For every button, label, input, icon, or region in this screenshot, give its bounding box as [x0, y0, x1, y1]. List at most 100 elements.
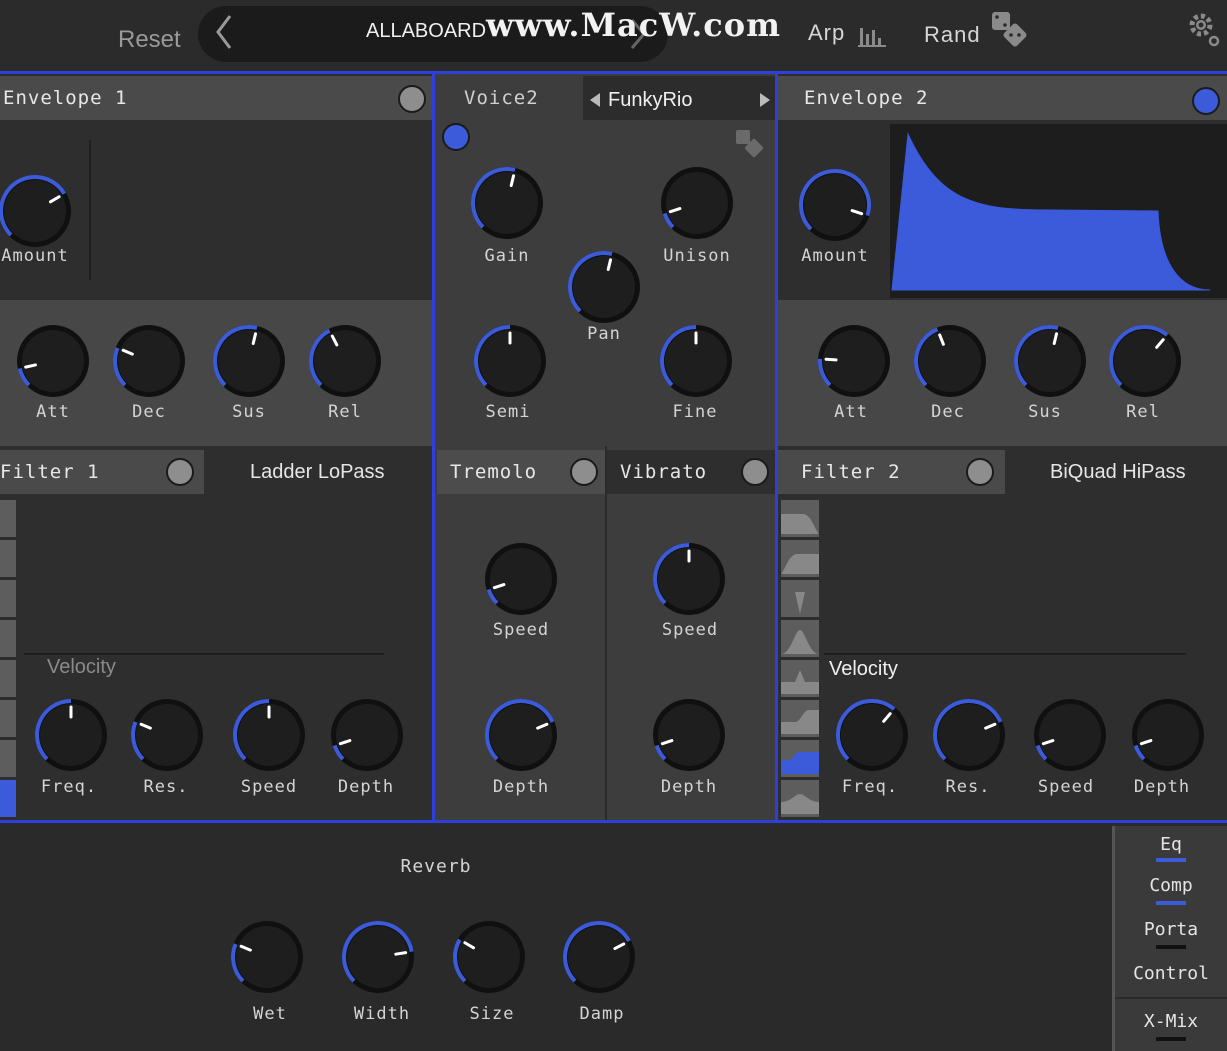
chevron-left-icon[interactable]	[210, 12, 240, 52]
voice-unison-knob[interactable]	[658, 164, 736, 246]
voice-semi-knob[interactable]	[471, 322, 549, 404]
filter1-freq-knob[interactable]	[32, 696, 110, 778]
sidebar-divider	[1115, 997, 1227, 999]
voice-gain-knob[interactable]	[468, 164, 546, 246]
envelope1-rel-knob[interactable]	[306, 322, 384, 404]
preset-next-icon[interactable]	[758, 92, 772, 108]
filter2-res-knob[interactable]	[930, 696, 1008, 778]
filter1-freq-label: Freq.	[40, 777, 98, 797]
preset-name: ALLABOARD	[366, 20, 487, 42]
envelope2-att-label: Att	[834, 402, 868, 422]
filter1-type[interactable]: Ladder LoPass	[250, 461, 385, 484]
reverb-damp-label: Damp	[579, 1004, 625, 1024]
filter1-title: Filter 1	[0, 461, 100, 483]
filter1-speed-knob[interactable]	[230, 696, 308, 778]
filter1-speed-label: Speed	[240, 777, 298, 797]
tremolo-depth-knob[interactable]	[482, 696, 560, 778]
filter2-title: Filter 2	[801, 461, 901, 483]
filter1-toggle[interactable]	[166, 458, 194, 486]
envelope2-rel-label: Rel	[1126, 402, 1160, 422]
filter2-speed-knob[interactable]	[1031, 696, 1109, 778]
vibrato-toggle[interactable]	[741, 458, 769, 486]
knob-pointer	[824, 357, 838, 362]
filter2-toggle[interactable]	[966, 458, 994, 486]
sidebar-item-porta[interactable]: Porta	[1115, 919, 1227, 951]
reverb-width-knob[interactable]	[339, 918, 417, 1000]
filter-shape-button[interactable]	[0, 500, 16, 538]
voice-pan-knob[interactable]	[565, 248, 643, 330]
voice-preset-name[interactable]: FunkyRio	[608, 89, 692, 112]
voice-semi-label: Semi	[485, 402, 531, 422]
reverb-damp-knob[interactable]	[560, 918, 638, 1000]
rand-button[interactable]: Rand	[924, 22, 981, 48]
lowpass-shape-icon[interactable]	[781, 500, 819, 538]
tremolo-title: Tremolo	[450, 461, 538, 483]
voice-dice-icon[interactable]	[734, 128, 766, 160]
filter-shape-button[interactable]	[0, 740, 16, 778]
sidebar-item-control[interactable]: Control	[1115, 963, 1227, 993]
bandpass-shape-icon[interactable]	[781, 620, 819, 658]
filter2-type[interactable]: BiQuad HiPass	[1050, 461, 1186, 484]
reset-button[interactable]: Reset	[118, 26, 181, 54]
filter1-depth-knob[interactable]	[328, 696, 406, 778]
allpass-shape-icon[interactable]	[781, 780, 819, 818]
sidebar-item-xmix[interactable]: X-Mix	[1115, 1011, 1227, 1043]
envelope2-sus-knob[interactable]	[1011, 322, 1089, 404]
filter1-res-knob[interactable]	[128, 696, 206, 778]
gear-icon[interactable]	[1186, 10, 1222, 48]
envelope1-dec-label: Dec	[132, 402, 166, 422]
envelope2-att-knob[interactable]	[815, 322, 893, 404]
envelope2-amount-knob[interactable]	[796, 166, 874, 248]
envelope1-sus-knob[interactable]	[210, 322, 288, 404]
vibrato-title: Vibrato	[620, 461, 708, 483]
sidebar-xmix-label: X-Mix	[1143, 1011, 1199, 1032]
filter2-depth-knob[interactable]	[1129, 696, 1207, 778]
peak-shape-icon[interactable]	[781, 660, 819, 698]
reverb-title: Reverb	[400, 856, 472, 877]
filter2-res-label: Res.	[945, 777, 991, 797]
filter2-shape-strip	[781, 500, 819, 818]
sidebar-control-label: Control	[1133, 963, 1209, 984]
filter-shape-button[interactable]	[0, 540, 16, 578]
filter-shape-button-selected[interactable]	[0, 780, 16, 818]
highshelf-shape-icon-selected[interactable]	[781, 740, 819, 778]
reverb-wet-label: Wet	[253, 1004, 287, 1024]
watermark: www.MacW.com	[486, 6, 781, 44]
sidebar-item-eq[interactable]: Eq	[1115, 834, 1227, 864]
highpass-shape-icon[interactable]	[781, 540, 819, 578]
envelope2-graph	[890, 124, 1227, 298]
envelope1-toggle[interactable]	[398, 85, 426, 113]
tremolo-speed-knob[interactable]	[482, 540, 560, 622]
preset-prev-icon[interactable]	[588, 92, 602, 108]
envelope2-rel-knob[interactable]	[1106, 322, 1184, 404]
sidebar-comp-indicator	[1156, 901, 1186, 905]
reverb-size-knob[interactable]	[450, 918, 528, 1000]
voice-toggle[interactable]	[442, 123, 470, 151]
tremolo-toggle[interactable]	[570, 458, 598, 486]
reverb-wet-knob[interactable]	[228, 918, 306, 1000]
voice-tab-label: Voice2	[464, 87, 539, 109]
envelope1-dec-knob[interactable]	[110, 322, 188, 404]
tremolo-speed-label: Speed	[492, 620, 550, 640]
knob-pointer	[24, 363, 37, 369]
vibrato-speed-knob[interactable]	[650, 540, 728, 622]
notch-shape-icon[interactable]	[781, 580, 819, 618]
envelope1-att-label: Att	[36, 402, 70, 422]
filter-shape-button[interactable]	[0, 580, 16, 618]
voice-fine-knob[interactable]	[657, 322, 735, 404]
envelope2-dec-knob[interactable]	[911, 322, 989, 404]
arp-button[interactable]: Arp	[808, 20, 845, 46]
dice-icon[interactable]	[990, 10, 1030, 50]
envelope1-att-knob[interactable]	[14, 322, 92, 404]
lowshelf-shape-icon[interactable]	[781, 700, 819, 738]
envelope1-amount-knob[interactable]	[0, 172, 74, 254]
envelope2-toggle[interactable]	[1192, 87, 1220, 115]
filter2-freq-knob[interactable]	[833, 696, 911, 778]
vibrato-depth-knob[interactable]	[650, 696, 728, 778]
filter-shape-button[interactable]	[0, 700, 16, 738]
filter-shape-button[interactable]	[0, 620, 16, 658]
bars-icon[interactable]	[858, 22, 886, 48]
filter-shape-button[interactable]	[0, 660, 16, 698]
envelope2-sus-label: Sus	[1028, 402, 1062, 422]
sidebar-item-comp[interactable]: Comp	[1115, 875, 1227, 907]
